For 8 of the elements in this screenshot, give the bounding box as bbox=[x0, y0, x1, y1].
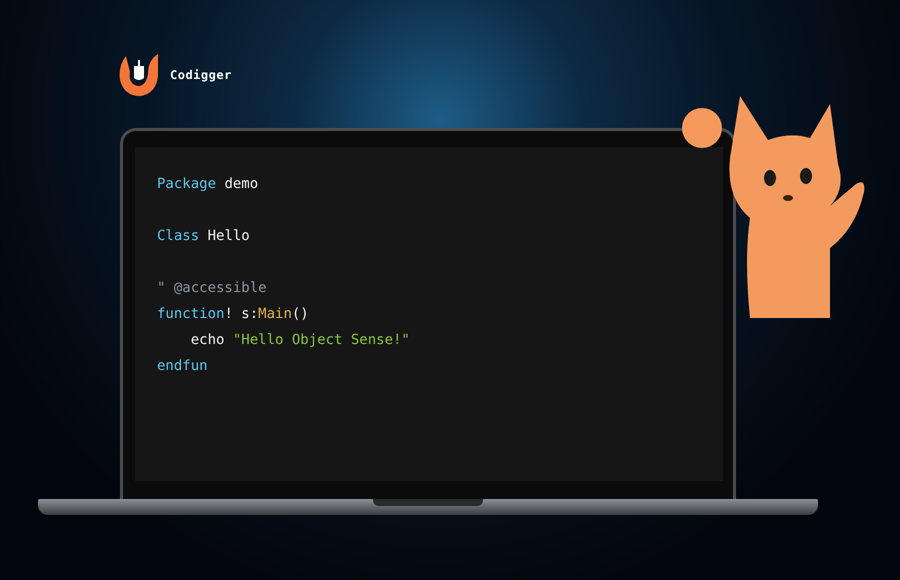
code-line: Class Hello bbox=[157, 227, 251, 246]
brand-name: Codigger bbox=[170, 68, 232, 82]
code-line: endfun bbox=[157, 357, 209, 376]
logo-icon bbox=[118, 52, 160, 98]
code-line: " @accessible bbox=[157, 279, 268, 298]
code-line: echo "Hello Object Sense!" bbox=[190, 331, 411, 350]
code-line: function! s:Main() bbox=[157, 305, 310, 324]
code-line: Package demo bbox=[157, 175, 260, 194]
